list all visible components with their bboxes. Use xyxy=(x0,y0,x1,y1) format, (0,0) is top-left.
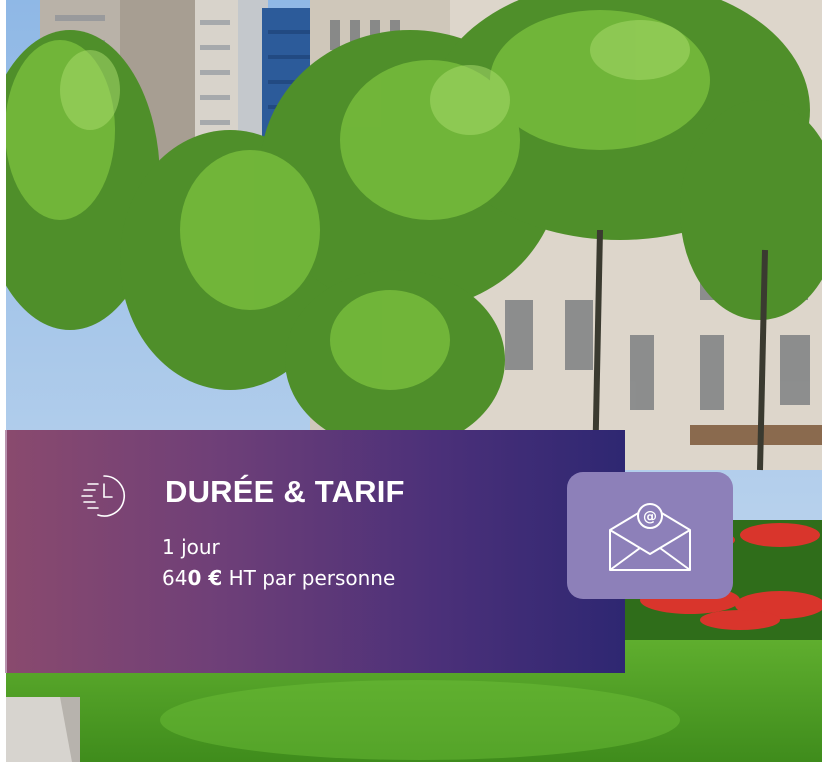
price-suffix: HT par personne xyxy=(222,566,396,590)
card-title: DURÉE & TARIF xyxy=(165,474,405,509)
svg-text:@: @ xyxy=(643,509,657,525)
mail-at-icon: @ xyxy=(609,502,691,571)
price-bold: 0 € xyxy=(187,566,223,590)
price-prefix: 64 xyxy=(162,566,188,590)
price-text: 640 € HT par personne xyxy=(162,566,395,590)
card-edge-line xyxy=(5,430,7,673)
duration-price-card: DURÉE & TARIF 1 jour 640 € HT par person… xyxy=(5,430,625,673)
contact-email-button[interactable]: @ xyxy=(567,472,733,599)
clock-history-icon xyxy=(81,475,126,517)
duration-text: 1 jour xyxy=(162,535,220,559)
